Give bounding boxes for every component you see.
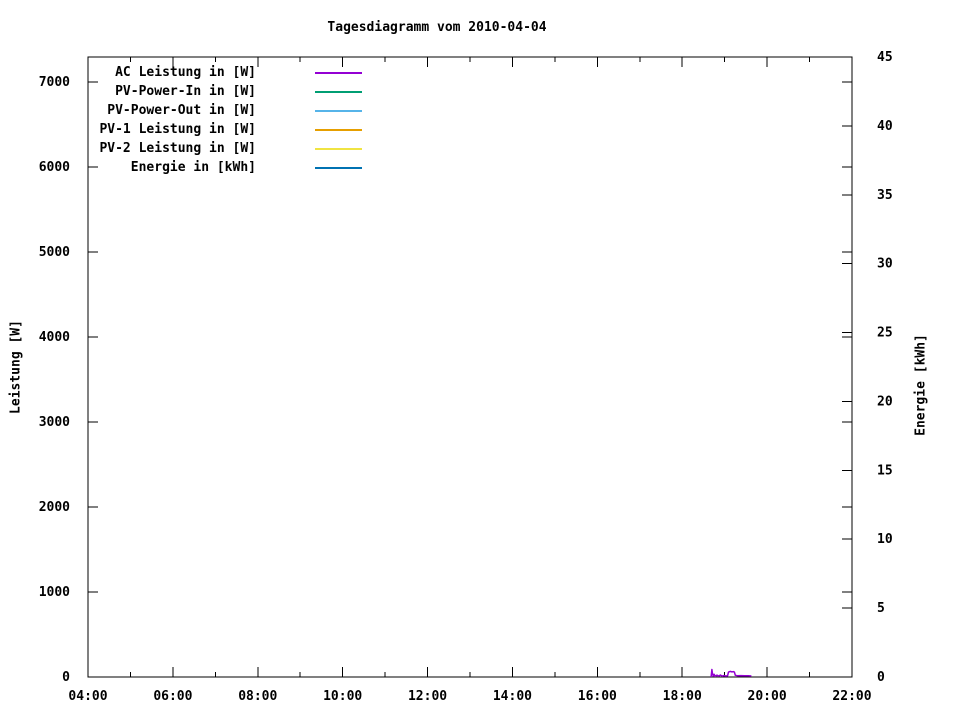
legend-label: AC Leistung in [W] (115, 65, 256, 80)
legend-line-swatch (315, 166, 362, 169)
y2-tick-label: 20 (877, 394, 893, 409)
x-tick-label: 10:00 (323, 689, 362, 704)
series-line-1 (710, 668, 752, 678)
legend-item-pv-power-in: PV-Power-In in [W] (86, 82, 362, 101)
y2-tick-label: 15 (877, 463, 893, 478)
legend-label: Energie in [kWh] (130, 160, 256, 175)
legend-line-swatch (315, 90, 362, 93)
y1-tick-label: 2000 (39, 500, 70, 515)
x-tick-label: 08:00 (238, 689, 277, 704)
legend: AC Leistung in [W] PV-Power-In in [W] PV… (86, 63, 362, 177)
y2-tick-label: 35 (877, 188, 893, 203)
y1-tick-label: 5000 (39, 245, 70, 260)
y2-tick-label: 40 (877, 119, 893, 134)
legend-item-ac-leistung: AC Leistung in [W] (86, 63, 362, 82)
y1-tick-label: 6000 (39, 160, 70, 175)
legend-item-pv2-leistung: PV-2 Leistung in [W] (86, 139, 362, 158)
y1-tick-label: 7000 (39, 75, 70, 90)
y1-tick-label: 1000 (39, 585, 70, 600)
x-tick-label: 18:00 (663, 689, 702, 704)
x-tick-label: 14:00 (493, 689, 532, 704)
legend-item-pv-power-out: PV-Power-Out in [W] (86, 101, 362, 120)
y1-tick-label: 4000 (39, 330, 70, 345)
y2-tick-label: 25 (877, 326, 893, 341)
y2-tick-label: 0 (877, 670, 885, 685)
legend-label: PV-Power-In in [W] (115, 84, 256, 99)
x-tick-label: 12:00 (408, 689, 447, 704)
y1-tick-label: 0 (62, 670, 70, 685)
legend-item-pv1-leistung: PV-1 Leistung in [W] (86, 120, 362, 139)
y2-tick-label: 10 (877, 532, 893, 547)
legend-label: PV-Power-Out in [W] (107, 103, 256, 118)
y2-tick-label: 5 (877, 601, 885, 616)
y2-tick-label: 30 (877, 257, 893, 272)
y1-tick-label: 3000 (39, 415, 70, 430)
y2-tick-label: 45 (877, 50, 893, 65)
x-tick-label: 16:00 (578, 689, 617, 704)
legend-line-swatch (315, 147, 362, 150)
legend-label: PV-2 Leistung in [W] (99, 141, 256, 156)
x-tick-label: 04:00 (68, 689, 107, 704)
legend-item-energie: Energie in [kWh] (86, 158, 362, 177)
legend-line-swatch (315, 128, 362, 131)
x-tick-label: 22:00 (832, 689, 871, 704)
x-tick-label: 06:00 (153, 689, 192, 704)
legend-line-swatch (315, 71, 362, 74)
x-tick-label: 20:00 (748, 689, 787, 704)
legend-label: PV-1 Leistung in [W] (99, 122, 256, 137)
legend-line-swatch (315, 109, 362, 112)
